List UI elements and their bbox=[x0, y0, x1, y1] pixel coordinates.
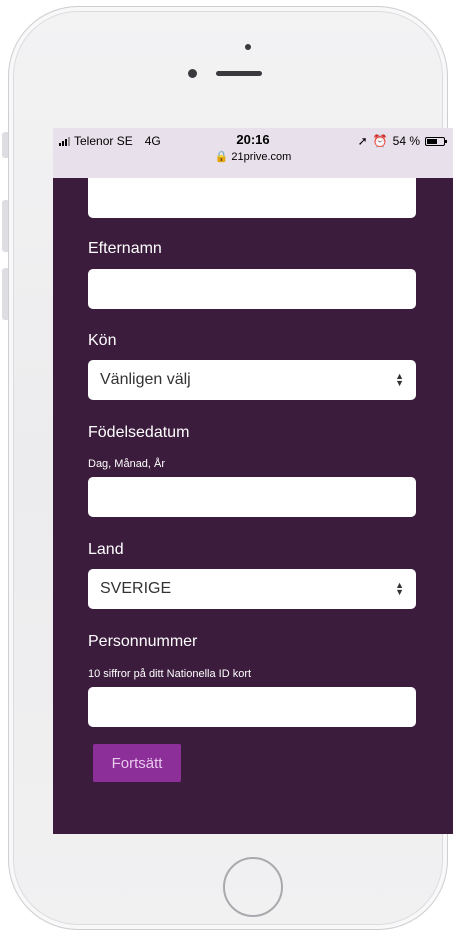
volume-down-button bbox=[2, 268, 8, 320]
continue-button[interactable]: Fortsätt bbox=[93, 744, 181, 782]
url-bar[interactable]: 🔒 21prive.com bbox=[53, 150, 453, 163]
personal-number-label: Personnummer bbox=[88, 633, 198, 650]
personal-number-hint: 10 siffror på ditt Nationella ID kort bbox=[88, 668, 252, 680]
home-button[interactable] bbox=[223, 857, 283, 917]
front-camera bbox=[188, 69, 197, 78]
volume-up-button bbox=[2, 200, 8, 252]
birthdate-hint: Dag, Månad, År bbox=[88, 458, 166, 470]
last-name-label: Efternamn bbox=[88, 240, 162, 257]
gender-select[interactable]: Vänligen välj ▲ ▼ bbox=[88, 360, 416, 400]
personal-number-input[interactable] bbox=[88, 687, 416, 727]
alarm-icon: ⏰ bbox=[372, 134, 388, 148]
url-text: 21prive.com bbox=[231, 151, 292, 163]
phone-frame: Telenor SE 4G 20:16 ➚ ⏰ 54 % 🔒 21prive.c… bbox=[8, 6, 453, 930]
country-select-value: SVERIGE bbox=[100, 580, 172, 597]
first-name-input[interactable] bbox=[88, 178, 416, 218]
lock-icon: 🔒 bbox=[214, 151, 229, 163]
location-icon: ➚ bbox=[357, 134, 368, 148]
status-bar: Telenor SE 4G 20:16 ➚ ⏰ 54 % 🔒 21prive.c… bbox=[53, 128, 453, 178]
last-name-input[interactable] bbox=[88, 269, 416, 309]
select-arrows-icon: ▲ ▼ bbox=[395, 371, 404, 388]
sensor-dot bbox=[245, 44, 251, 50]
select-arrows-icon: ▲ ▼ bbox=[395, 580, 404, 597]
birthdate-input[interactable] bbox=[88, 477, 416, 517]
birthdate-label: Födelsedatum bbox=[88, 424, 190, 441]
gender-label: Kön bbox=[88, 332, 117, 349]
screen: Telenor SE 4G 20:16 ➚ ⏰ 54 % 🔒 21prive.c… bbox=[53, 128, 453, 834]
country-select[interactable]: SVERIGE ▲ ▼ bbox=[88, 569, 416, 609]
gender-select-value: Vänligen välj bbox=[100, 371, 191, 388]
mute-switch bbox=[2, 132, 8, 158]
battery-icon bbox=[425, 136, 447, 146]
country-label: Land bbox=[88, 541, 124, 558]
earpiece-speaker bbox=[216, 71, 262, 76]
status-right: ➚ ⏰ 54 % bbox=[357, 134, 447, 148]
battery-percent: 54 % bbox=[392, 134, 420, 148]
registration-form: Efternamn Kön Vänligen välj ▲ ▼ Födelseda… bbox=[53, 178, 453, 834]
